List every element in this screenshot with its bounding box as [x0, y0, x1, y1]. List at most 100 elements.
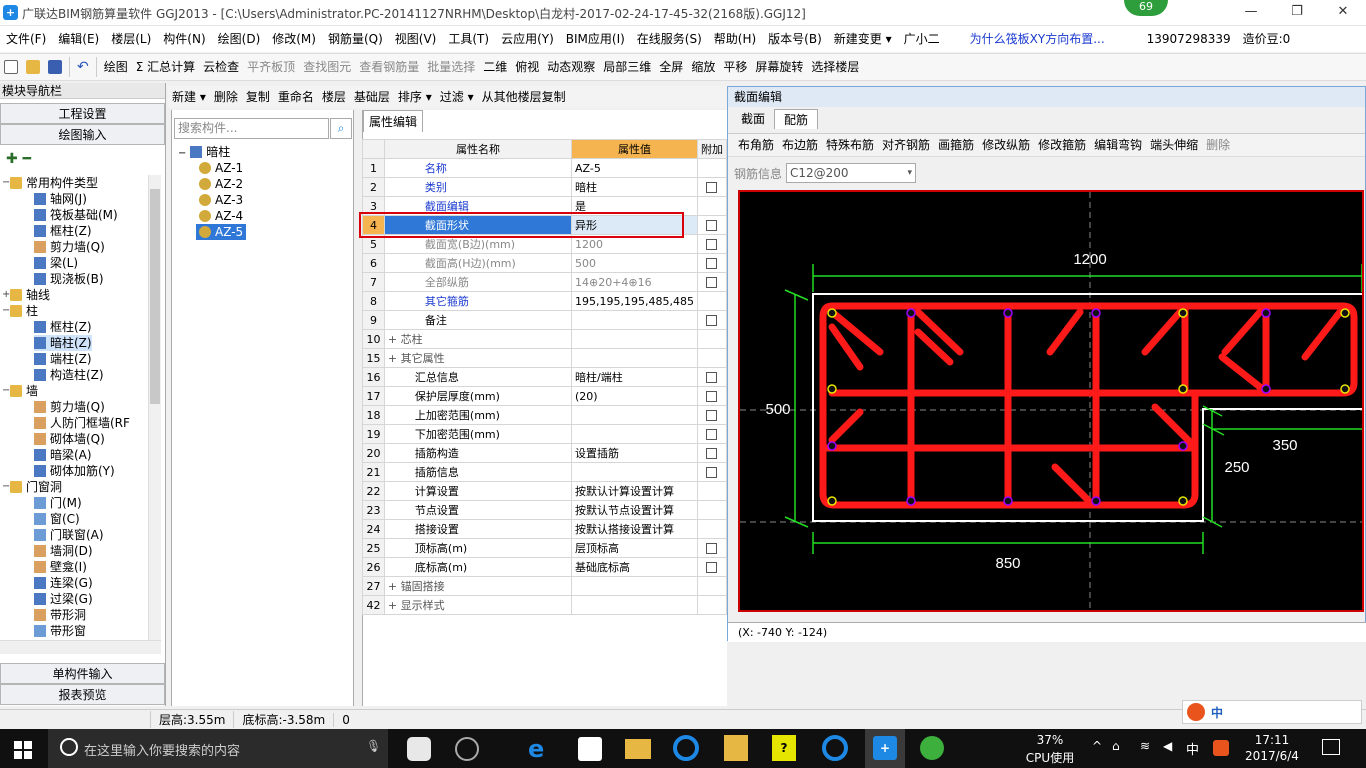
nav-tree-item[interactable]: 轴网(J)	[34, 191, 87, 207]
property-row[interactable]: 26 底标高(m) 基础底标高	[362, 557, 728, 577]
nav-tree-item[interactable]: − 柱	[2, 303, 38, 319]
component-toolbar-button[interactable]: 复制	[242, 84, 274, 110]
nav-tree-item[interactable]: 窗(C)	[34, 511, 80, 527]
property-row[interactable]: 18 上加密范围(mm)	[362, 405, 728, 425]
component-item[interactable]: AZ-3	[196, 192, 246, 208]
green-app-icon[interactable]	[920, 736, 944, 760]
nav-scrollbar[interactable]	[148, 175, 161, 640]
nav-tree-item[interactable]: 现浇板(B)	[34, 271, 104, 287]
property-row[interactable]: 9 备注	[362, 310, 728, 330]
nav-tree-item[interactable]: − 门窗洞	[2, 479, 62, 495]
menu-item[interactable]: 构件(N)	[157, 26, 211, 52]
property-row[interactable]: 6 截面高(H边)(mm) 500	[362, 253, 728, 273]
nav-tree-item[interactable]: 门(M)	[34, 495, 82, 511]
notice-link[interactable]: 为什么筏板XY方向布置...	[964, 26, 1111, 52]
rebar-tool-button[interactable]: 编辑弯钩	[1090, 132, 1146, 158]
addon-checkbox[interactable]	[706, 409, 718, 421]
nav-tree-item[interactable]: 剪力墙(Q)	[34, 239, 105, 255]
nav-tree-item[interactable]: − 常用构件类型	[2, 175, 98, 191]
menu-item[interactable]: 帮助(H)	[708, 26, 762, 52]
store-icon[interactable]	[578, 737, 602, 761]
nav-tree-item[interactable]: 连梁(G)	[34, 575, 93, 591]
toolbar-button[interactable]: 屏幕旋转	[751, 54, 807, 80]
toolbar-button[interactable]: 动态观察	[543, 54, 599, 80]
help-icon[interactable]: ?	[772, 735, 796, 761]
addon-checkbox[interactable]	[706, 542, 718, 554]
wifi-icon[interactable]: ≋	[1140, 739, 1150, 753]
toolbar-button[interactable]: 绘图	[100, 54, 132, 80]
active-app-tile[interactable]: +	[865, 729, 905, 768]
nav-tree-item[interactable]: − 墙	[2, 383, 38, 399]
maximize-button[interactable]: ❐	[1274, 0, 1320, 24]
property-value[interactable]	[570, 576, 698, 596]
property-value[interactable]: 基础底标高	[570, 557, 698, 577]
property-value[interactable]	[570, 424, 698, 444]
property-value[interactable]: 195,195,195,485,485	[570, 291, 698, 311]
addon-checkbox[interactable]	[706, 276, 718, 288]
nav-tree-item[interactable]: 砌体墙(Q)	[34, 431, 105, 447]
nav-tree-item[interactable]: 壁龛(I)	[34, 559, 87, 575]
toolbar-button[interactable]: 查找图元	[299, 54, 355, 80]
rebar-tool-button[interactable]: 端头伸缩	[1146, 132, 1202, 158]
nav-tree-item[interactable]: + 轴线	[2, 287, 50, 303]
property-row[interactable]: 15 + 其它属性	[362, 348, 728, 368]
rebar-tool-button[interactable]: 修改箍筋	[1034, 132, 1090, 158]
property-value[interactable]: AZ-5	[570, 158, 698, 178]
toolbar-button[interactable]: 批量选择	[423, 54, 479, 80]
expand-icon[interactable]: −	[2, 479, 12, 495]
section-tab[interactable]: 配筋	[774, 109, 819, 129]
expand-icon[interactable]: −	[2, 383, 12, 399]
property-value[interactable]	[570, 310, 698, 330]
nav-tree-item[interactable]: 框柱(Z)	[34, 319, 92, 335]
nav-tree-item[interactable]: 端柱(Z)	[34, 351, 92, 367]
ime-indicator[interactable]: 中	[1186, 739, 1199, 758]
edge-icon[interactable]: e	[528, 735, 554, 763]
single-component-input-button[interactable]: 单构件输入	[0, 663, 165, 684]
nav-tree-item[interactable]: 梁(L)	[34, 255, 78, 271]
toolbar-button[interactable]: 缩放	[687, 54, 719, 80]
expand-icon[interactable]: +	[388, 352, 401, 365]
toolbar-button[interactable]: 选择楼层	[807, 54, 863, 80]
toolbar-button[interactable]: 二维	[479, 54, 511, 80]
nav-tree-item[interactable]: 带形洞	[34, 607, 86, 623]
component-toolbar-button[interactable]: 楼层	[318, 84, 350, 110]
glodon2-icon[interactable]	[822, 735, 848, 761]
expand-collapse-icons[interactable]: ✚ ━	[6, 151, 31, 167]
nav-tree-item[interactable]: 筏板基础(M)	[34, 207, 118, 223]
rebar-tool-button[interactable]: 删除	[1202, 132, 1234, 158]
expand-icon[interactable]: −	[2, 303, 12, 319]
component-item[interactable]: AZ-5	[196, 224, 247, 240]
app-icon-2[interactable]	[455, 737, 479, 761]
explorer-icon[interactable]	[625, 739, 651, 759]
undo-icon[interactable]: ↶	[73, 54, 93, 80]
tree-root-item[interactable]: − 暗柱	[178, 144, 230, 160]
addon-checkbox[interactable]	[706, 238, 718, 250]
nav-tree-item[interactable]: 暗梁(A)	[34, 447, 92, 463]
menu-item[interactable]: 在线服务(S)	[631, 26, 708, 52]
toolbar-button[interactable]: 平移	[719, 54, 751, 80]
rebar-info-select[interactable]: C12@200 ▾	[786, 163, 917, 183]
property-row[interactable]: 1 名称 AZ-5	[362, 158, 728, 178]
open-file-icon[interactable]	[22, 54, 44, 80]
save-icon[interactable]	[44, 54, 66, 80]
component-item[interactable]: AZ-2	[196, 176, 246, 192]
search-icon[interactable]: ⌕	[330, 118, 352, 139]
ime-toolbar[interactable]: 中	[1182, 700, 1362, 724]
property-value[interactable]: 按默认节点设置计算	[570, 500, 698, 520]
rebar-tool-button[interactable]: 修改纵筋	[978, 132, 1034, 158]
property-row[interactable]: 2 类别 暗柱	[362, 177, 728, 197]
property-value[interactable]	[570, 348, 698, 368]
section-tab[interactable]: 截面	[732, 109, 774, 129]
addon-checkbox[interactable]	[706, 466, 718, 478]
menu-item[interactable]: 版本号(B)	[762, 26, 828, 52]
toolbar-button[interactable]: 全屏	[655, 54, 687, 80]
menu-item[interactable]: 编辑(E)	[52, 26, 105, 52]
toolbar-button[interactable]: 平齐板顶	[243, 54, 299, 80]
property-row[interactable]: 19 下加密范围(mm)	[362, 424, 728, 444]
nav-tree-item[interactable]: 门联窗(A)	[34, 527, 104, 543]
nav-tree-item[interactable]: 剪力墙(Q)	[34, 399, 105, 415]
menu-item[interactable]: 文件(F)	[0, 26, 52, 52]
menu-item[interactable]: 修改(M)	[266, 26, 322, 52]
property-value[interactable]: 14⊕20+4⊕16	[570, 272, 698, 292]
expand-icon[interactable]: +	[2, 287, 12, 303]
